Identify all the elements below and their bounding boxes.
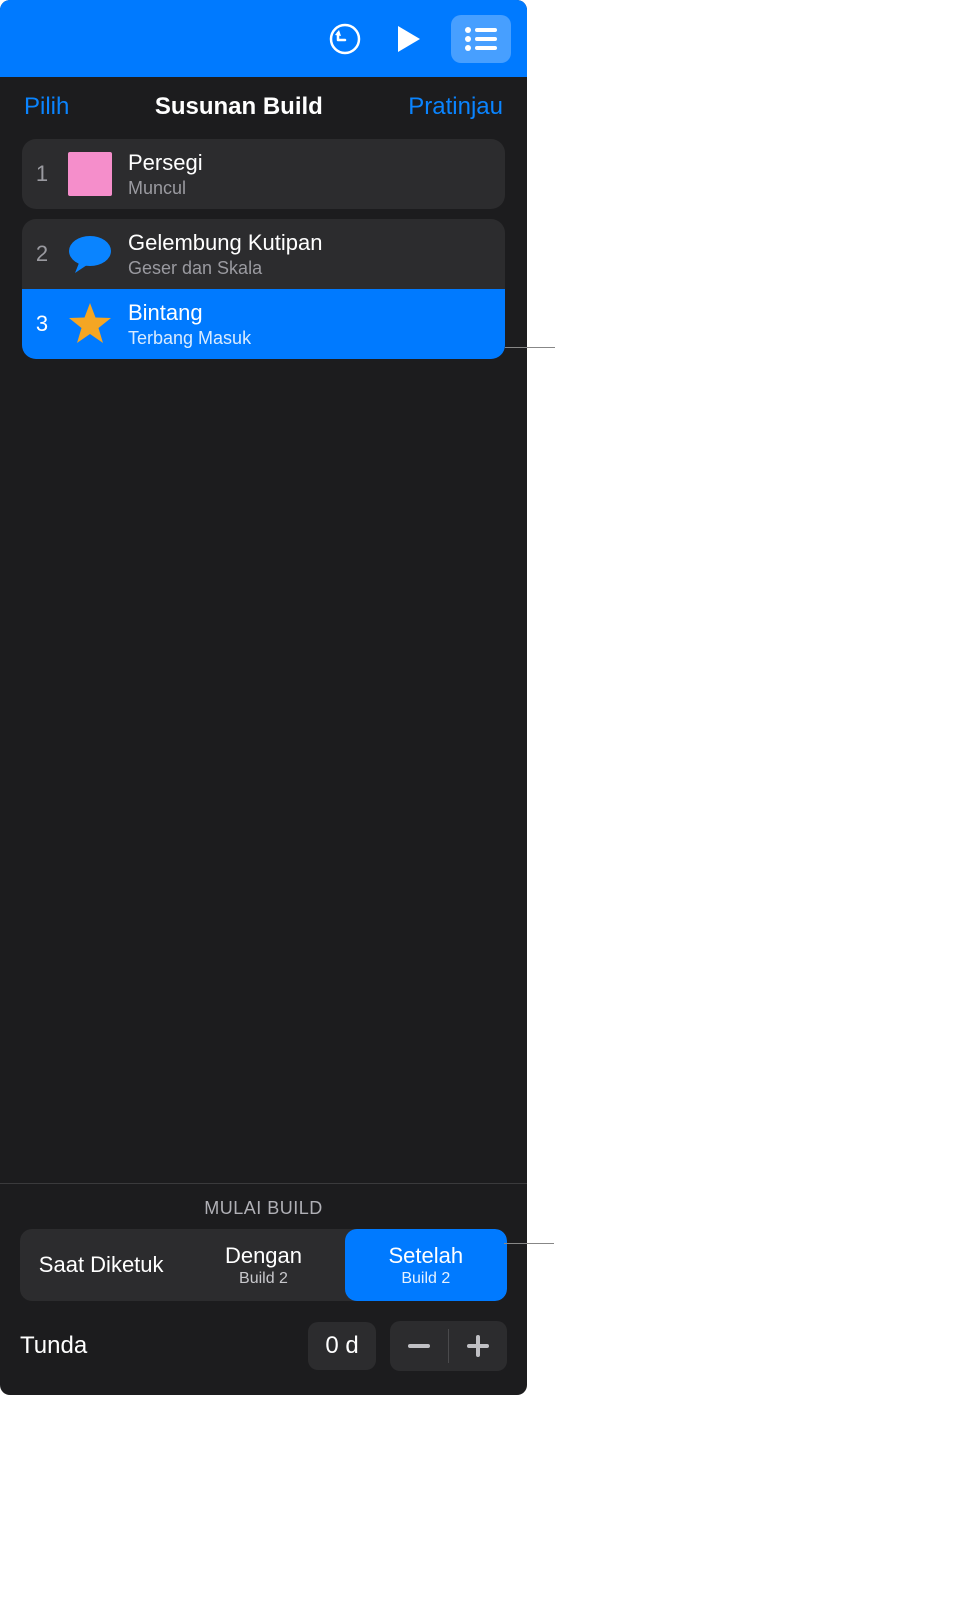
segment-with[interactable]: Dengan Build 2 — [182, 1229, 344, 1301]
bottom-section: MULAI BUILD Saat Diketuk Dengan Build 2 … — [0, 1183, 527, 1395]
build-list: 1 Persegi Muncul 2 — [0, 139, 527, 369]
list-icon — [464, 26, 498, 52]
build-number: 1 — [32, 161, 52, 187]
delay-stepper — [390, 1321, 507, 1371]
build-text: Persegi Muncul — [128, 150, 203, 199]
select-link[interactable]: Pilih — [24, 93, 69, 121]
build-group-1: 1 Persegi Muncul — [22, 139, 505, 209]
build-text: Gelembung Kutipan Geser dan Skala — [128, 230, 322, 279]
speech-bubble-icon — [66, 230, 114, 278]
segment-after[interactable]: Setelah Build 2 — [345, 1229, 507, 1301]
build-group-2: 2 Gelembung Kutipan Geser dan Skala 3 — [22, 219, 505, 359]
undo-button[interactable] — [323, 17, 367, 61]
build-number: 3 — [32, 311, 52, 337]
plus-icon — [467, 1335, 489, 1357]
build-subtitle: Geser dan Skala — [128, 258, 322, 279]
start-build-label: MULAI BUILD — [20, 1198, 507, 1219]
play-icon — [396, 24, 422, 54]
segment-on-tap[interactable]: Saat Diketuk — [20, 1229, 182, 1301]
callout-line — [504, 1243, 554, 1244]
undo-icon — [328, 22, 362, 56]
square-shape-icon — [66, 150, 114, 198]
build-item-selected[interactable]: 3 Bintang Terbang Masuk — [22, 289, 505, 359]
build-subtitle: Terbang Masuk — [128, 328, 251, 349]
spacer — [0, 369, 527, 1183]
list-button[interactable] — [451, 15, 511, 63]
start-build-segmented-control: Saat Diketuk Dengan Build 2 Setelah Buil… — [20, 1229, 507, 1301]
delay-value[interactable]: 0 d — [308, 1322, 376, 1370]
build-text: Bintang Terbang Masuk — [128, 300, 251, 349]
build-title: Bintang — [128, 300, 251, 326]
segment-title: Setelah — [389, 1243, 464, 1269]
build-title: Gelembung Kutipan — [128, 230, 322, 256]
build-item[interactable]: 1 Persegi Muncul — [22, 139, 505, 209]
build-subtitle: Muncul — [128, 178, 203, 199]
delay-row: Tunda 0 d — [20, 1321, 507, 1371]
build-order-panel: Pilih Susunan Build Pratinjau 1 Persegi … — [0, 0, 527, 1395]
play-button[interactable] — [387, 17, 431, 61]
callout-line — [505, 347, 555, 348]
toolbar — [0, 0, 527, 77]
stepper-minus-button[interactable] — [390, 1321, 448, 1371]
delay-label: Tunda — [20, 1332, 294, 1360]
segment-subtitle: Build 2 — [401, 1270, 450, 1288]
build-number: 2 — [32, 241, 52, 267]
preview-link[interactable]: Pratinjau — [408, 93, 503, 121]
segment-title: Dengan — [225, 1243, 302, 1269]
segment-title: Saat Diketuk — [39, 1252, 164, 1278]
star-icon — [66, 300, 114, 348]
build-title: Persegi — [128, 150, 203, 176]
minus-icon — [408, 1344, 430, 1348]
stepper-plus-button[interactable] — [449, 1321, 507, 1371]
panel-title: Susunan Build — [155, 93, 323, 121]
header-row: Pilih Susunan Build Pratinjau — [0, 77, 527, 139]
segment-subtitle: Build 2 — [239, 1270, 288, 1288]
build-item[interactable]: 2 Gelembung Kutipan Geser dan Skala — [22, 219, 505, 289]
